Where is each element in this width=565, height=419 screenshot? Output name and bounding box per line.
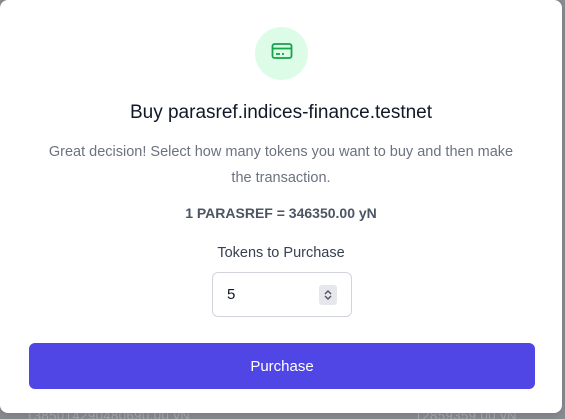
modal-description: Great decision! Select how many tokens y… [48,144,514,186]
quantity-label: Tokens to Purchase [217,245,345,261]
buy-token-modal: Buy parasref.indices-finance.testnet Gre… [0,0,562,413]
quantity-value[interactable]: 5 [227,286,235,303]
icon-badge [255,27,308,80]
purchase-button[interactable]: Purchase [29,343,535,389]
chevron-down-icon[interactable] [324,295,332,301]
modal-title: Buy parasref.indices-finance.testnet [129,102,433,123]
credit-card-icon [270,39,294,68]
quantity-stepper[interactable]: 5 [212,272,352,317]
stepper-control[interactable] [319,285,337,305]
exchange-rate: 1 PARASREF = 346350.00 yN [185,205,377,221]
